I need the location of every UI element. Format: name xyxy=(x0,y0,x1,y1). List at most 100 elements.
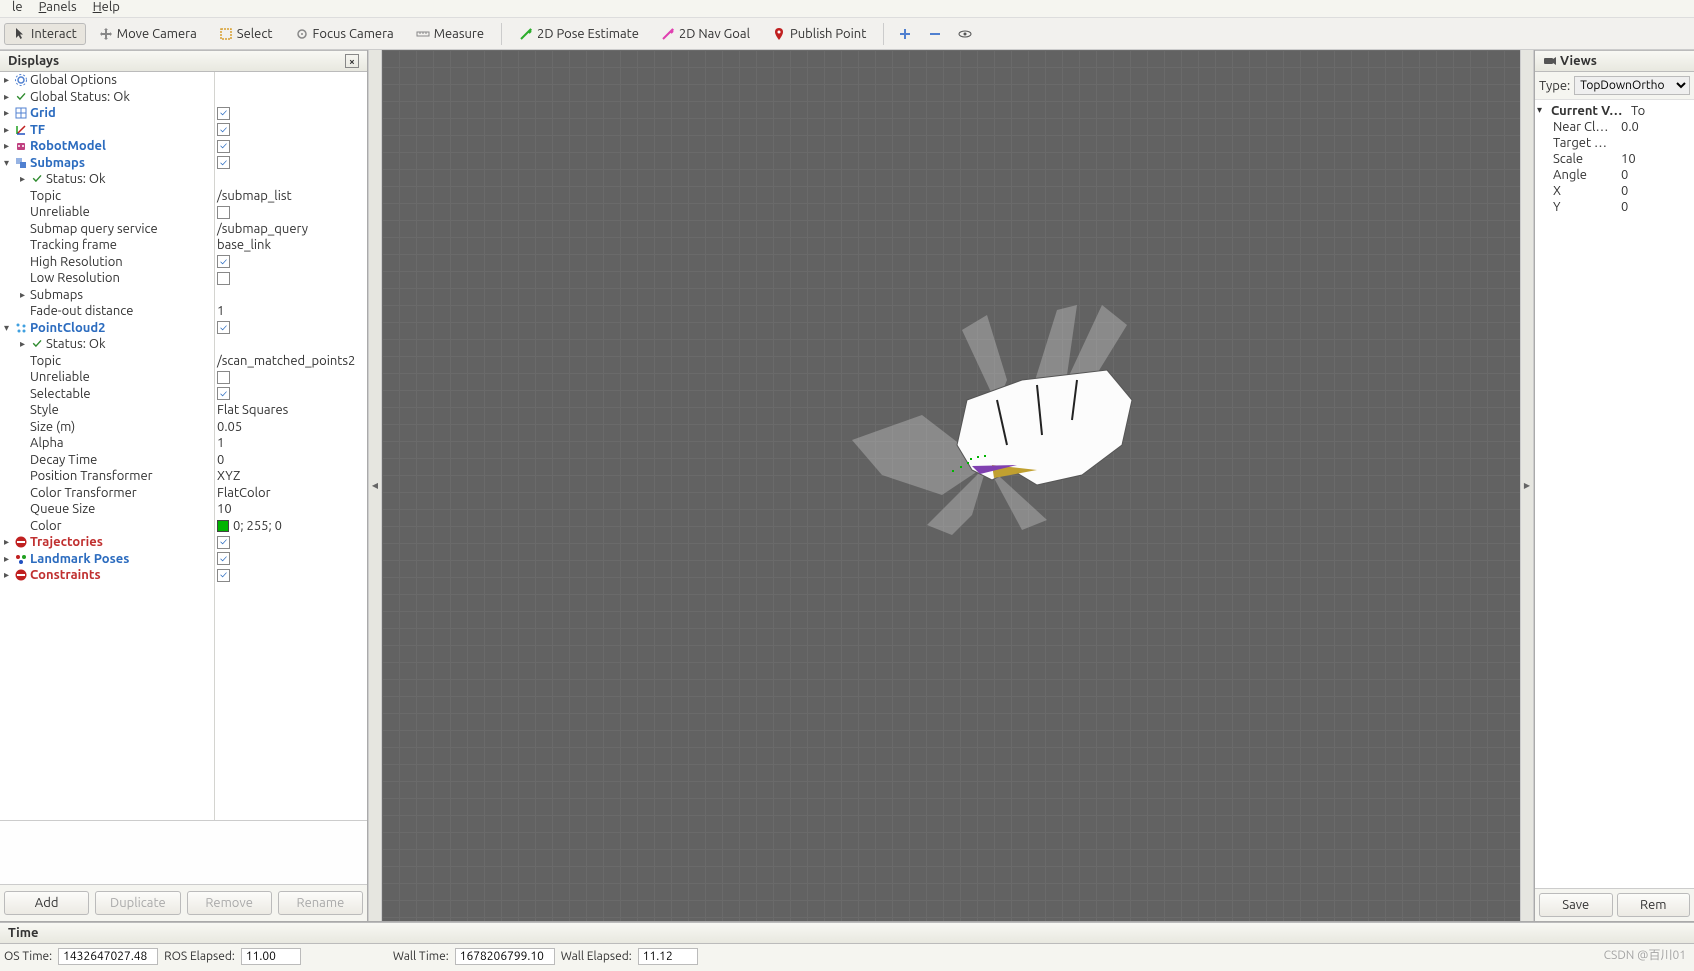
duplicate-button[interactable]: Duplicate xyxy=(95,891,180,915)
splitter-right[interactable]: ▶ xyxy=(1520,50,1534,921)
tree-item[interactable]: Submap query service xyxy=(0,221,214,238)
tree-value[interactable]: ✓ xyxy=(215,551,367,568)
wall-elapsed-input[interactable] xyxy=(638,948,698,965)
tree-item[interactable]: Size (m) xyxy=(0,419,214,436)
view-property-row[interactable]: Angle0 xyxy=(1537,168,1692,184)
tree-value[interactable]: ✓ xyxy=(215,534,367,551)
displays-tree[interactable]: ▸Global Options▸✓Global Status: Ok▸Grid▸… xyxy=(0,72,367,820)
view-property-row[interactable]: ▾Current V…To xyxy=(1537,104,1692,120)
tree-value[interactable] xyxy=(215,270,367,287)
tree-item[interactable]: Topic xyxy=(0,188,214,205)
splitter-left[interactable]: ◀ xyxy=(368,50,382,921)
tree-item[interactable]: ▸Constraints xyxy=(0,567,214,584)
tree-item[interactable]: ▸Global Options xyxy=(0,72,214,89)
tree-item[interactable]: ▸✓Global Status: Ok xyxy=(0,89,214,106)
view-property-row[interactable]: Y0 xyxy=(1537,200,1692,216)
remove-view-button[interactable]: Rem xyxy=(1617,893,1691,917)
views-properties[interactable]: ▾Current V…ToNear Cl…0.0Target …Scale10A… xyxy=(1535,100,1694,888)
tree-value[interactable]: 1 xyxy=(215,435,367,452)
wall-time-input[interactable] xyxy=(455,948,555,965)
tree-value[interactable]: ✓ xyxy=(215,122,367,139)
select-button[interactable]: Select xyxy=(210,23,282,45)
tree-item[interactable]: ▸Landmark Poses xyxy=(0,551,214,568)
tree-value[interactable] xyxy=(215,336,367,353)
tree-item[interactable]: ▸✓Status: Ok xyxy=(0,336,214,353)
tree-value[interactable]: ✓ xyxy=(215,320,367,337)
save-view-button[interactable]: Save xyxy=(1539,893,1613,917)
publish-point-button[interactable]: Publish Point xyxy=(763,23,875,45)
focus-camera-button[interactable]: Focus Camera xyxy=(286,23,403,45)
tree-value[interactable]: 10 xyxy=(215,501,367,518)
move-camera-button[interactable]: Move Camera xyxy=(90,23,206,45)
tree-value[interactable]: 0.05 xyxy=(215,419,367,436)
eye-icon[interactable] xyxy=(958,27,972,41)
tree-value[interactable]: ✓ xyxy=(215,254,367,271)
tree-value[interactable]: /scan_matched_points2 xyxy=(215,353,367,370)
tree-value[interactable]: 1 xyxy=(215,303,367,320)
plus-icon[interactable] xyxy=(898,27,912,41)
tree-item[interactable]: ▸Submaps xyxy=(0,287,214,304)
view-property-row[interactable]: Target … xyxy=(1537,136,1692,152)
nav-goal-button[interactable]: 2D Nav Goal xyxy=(652,23,759,45)
tree-value[interactable]: base_link xyxy=(215,237,367,254)
tree-item[interactable]: Color xyxy=(0,518,214,535)
tree-item[interactable]: Selectable xyxy=(0,386,214,403)
menu-panels[interactable]: PPanelsanels xyxy=(31,0,85,17)
tree-item[interactable]: Unreliable xyxy=(0,204,214,221)
tree-value[interactable] xyxy=(215,369,367,386)
tree-value[interactable]: ✓ xyxy=(215,138,367,155)
tree-item[interactable]: Fade-out distance xyxy=(0,303,214,320)
minus-icon[interactable] xyxy=(928,27,942,41)
tree-item[interactable]: Position Transformer xyxy=(0,468,214,485)
tree-item[interactable]: ▸TF xyxy=(0,122,214,139)
view-property-row[interactable]: Near Cl…0.0 xyxy=(1537,120,1692,136)
ros-time-input[interactable] xyxy=(58,948,158,965)
tree-value[interactable]: /submap_query xyxy=(215,221,367,238)
close-icon[interactable]: × xyxy=(345,54,359,68)
tree-value[interactable]: FlatColor xyxy=(215,485,367,502)
tree-item[interactable]: ▾PointCloud2 xyxy=(0,320,214,337)
ros-elapsed-input[interactable] xyxy=(241,948,301,965)
tree-value[interactable]: ✓ xyxy=(215,567,367,584)
tree-item[interactable]: ▸RobotModel xyxy=(0,138,214,155)
remove-button[interactable]: Remove xyxy=(187,891,272,915)
tree-item[interactable]: Decay Time xyxy=(0,452,214,469)
tree-value[interactable] xyxy=(215,287,367,304)
rename-button[interactable]: Rename xyxy=(278,891,363,915)
view-type-select[interactable]: TopDownOrtho xyxy=(1574,76,1690,95)
tree-value[interactable] xyxy=(215,204,367,221)
pose-estimate-button[interactable]: 2D Pose Estimate xyxy=(510,23,648,45)
tree-item[interactable]: Color Transformer xyxy=(0,485,214,502)
tree-item[interactable]: Topic xyxy=(0,353,214,370)
tree-value[interactable]: Flat Squares xyxy=(215,402,367,419)
tree-item[interactable]: High Resolution xyxy=(0,254,214,271)
tree-item[interactable]: ▸✓Status: Ok xyxy=(0,171,214,188)
tree-item[interactable]: Style xyxy=(0,402,214,419)
view-property-row[interactable]: Scale10 xyxy=(1537,152,1692,168)
tree-value[interactable]: 0; 255; 0 xyxy=(215,518,367,535)
tree-value[interactable]: XYZ xyxy=(215,468,367,485)
tree-value[interactable] xyxy=(215,171,367,188)
tree-item[interactable]: ▸Trajectories xyxy=(0,534,214,551)
tree-value[interactable]: /submap_list xyxy=(215,188,367,205)
tree-value[interactable] xyxy=(215,89,367,106)
menu-help[interactable]: HHelpelp xyxy=(85,0,128,17)
tree-value[interactable] xyxy=(215,72,367,89)
tree-value[interactable]: ✓ xyxy=(215,155,367,172)
tree-item[interactable]: Queue Size xyxy=(0,501,214,518)
tree-value[interactable]: ✓ xyxy=(215,105,367,122)
menu-file[interactable]: le xyxy=(4,0,31,17)
viewport-3d[interactable] xyxy=(382,50,1520,921)
interact-button[interactable]: Interact xyxy=(4,23,86,45)
tree-item[interactable]: Low Resolution xyxy=(0,270,214,287)
tree-value[interactable]: ✓ xyxy=(215,386,367,403)
tree-item[interactable]: Tracking frame xyxy=(0,237,214,254)
view-property-row[interactable]: X0 xyxy=(1537,184,1692,200)
tree-value[interactable]: 0 xyxy=(215,452,367,469)
tree-item[interactable]: ▾Submaps xyxy=(0,155,214,172)
tree-item[interactable]: ▸Grid xyxy=(0,105,214,122)
tree-item[interactable]: Unreliable xyxy=(0,369,214,386)
tree-item[interactable]: Alpha xyxy=(0,435,214,452)
measure-button[interactable]: Measure xyxy=(407,23,493,45)
add-button[interactable]: Add xyxy=(4,891,89,915)
